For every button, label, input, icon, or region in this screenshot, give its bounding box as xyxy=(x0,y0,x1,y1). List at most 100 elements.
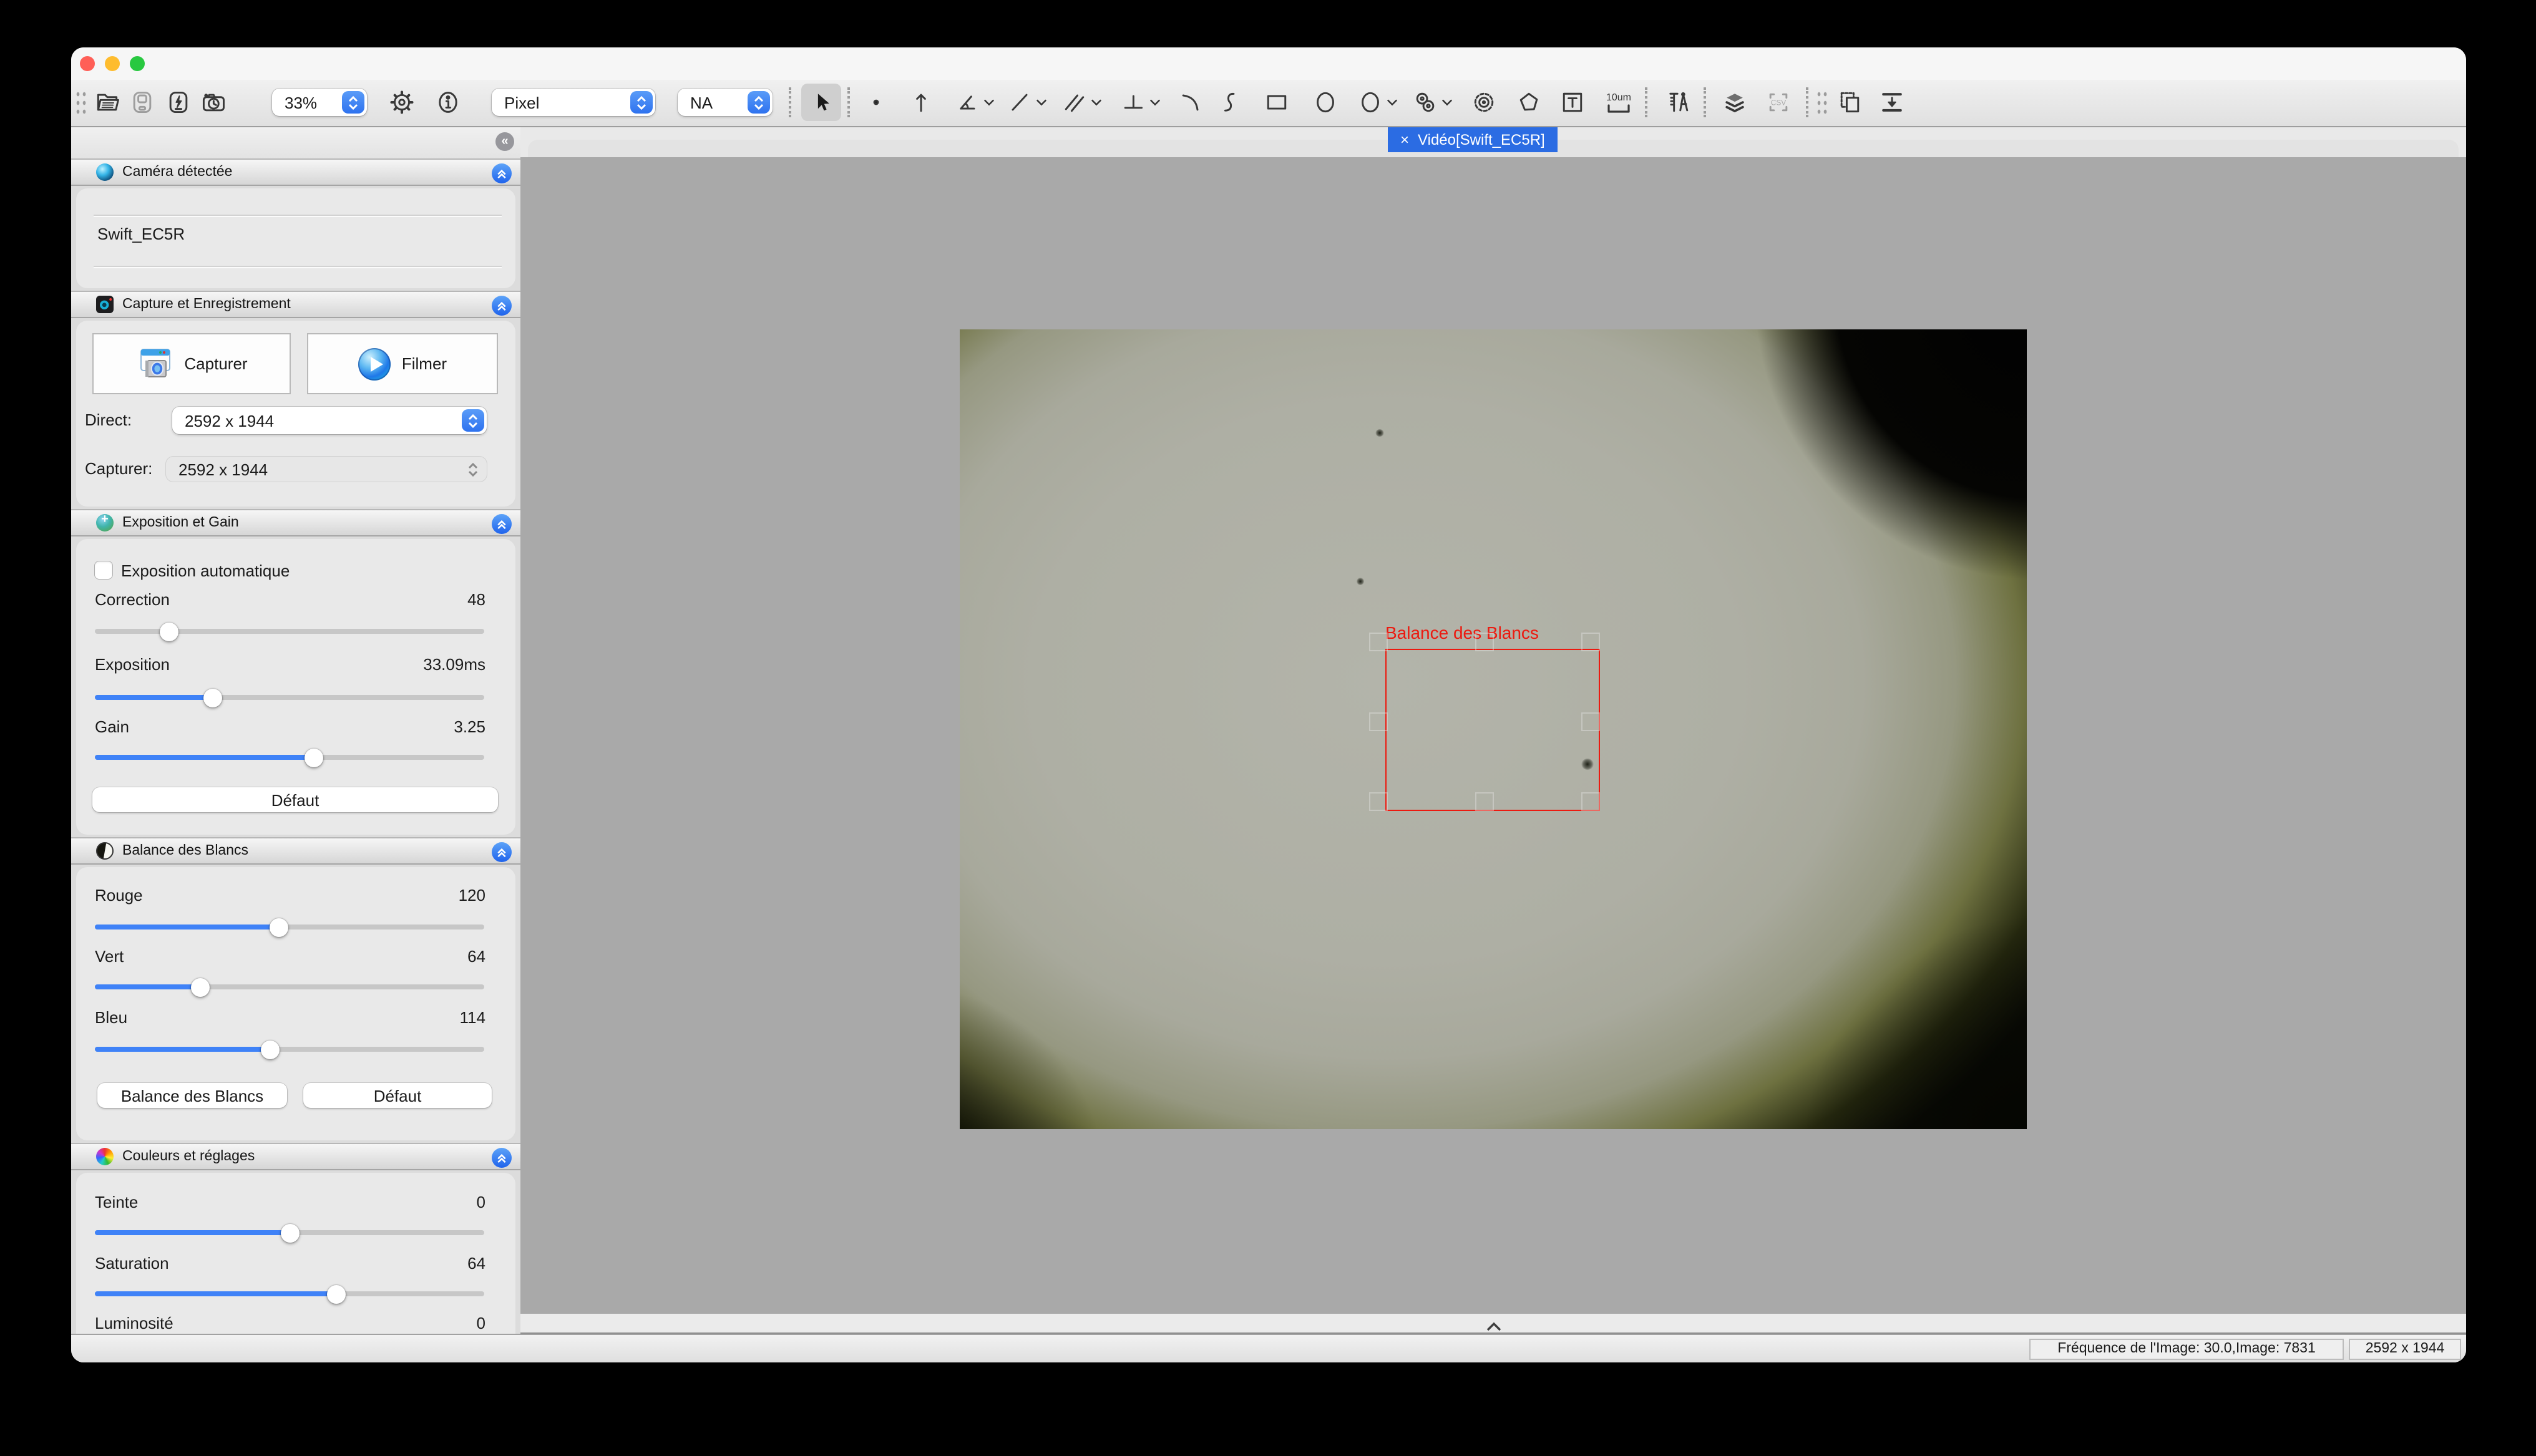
polygon-tool-button[interactable] xyxy=(1513,86,1545,119)
csv-export-button[interactable]: CSV xyxy=(1762,86,1795,119)
na-value: NA xyxy=(690,93,713,112)
point-icon xyxy=(862,89,890,116)
panel-header-capture[interactable]: Capture et Enregistrement xyxy=(71,291,520,318)
point-tool-button[interactable] xyxy=(860,86,892,119)
red-slider[interactable] xyxy=(95,925,484,929)
correction-slider[interactable] xyxy=(95,629,484,634)
exposure-default-button[interactable]: Défaut xyxy=(92,787,498,812)
flatten-button[interactable] xyxy=(1876,86,1908,119)
timed-capture-button[interactable] xyxy=(197,86,230,119)
minimize-window-button[interactable] xyxy=(105,56,120,71)
blue-slider[interactable] xyxy=(95,1047,484,1052)
chevron-down-icon xyxy=(1149,99,1160,106)
panel-header-white-balance[interactable]: Balance des Blancs xyxy=(71,837,520,865)
panel-body-camera: Swift_EC5R xyxy=(71,186,520,291)
collapse-panel-button[interactable] xyxy=(492,296,512,316)
panel-title: Caméra détectée xyxy=(122,165,232,180)
auto-exposure-checkbox[interactable] xyxy=(95,561,112,579)
white-balance-default-button[interactable]: Défaut xyxy=(303,1083,492,1108)
exposure-slider[interactable] xyxy=(95,695,484,700)
roi-handle[interactable] xyxy=(1581,633,1600,651)
snap-resolution-select[interactable]: 2592 x 1944 xyxy=(166,457,487,482)
line-tool-button[interactable] xyxy=(1005,86,1047,119)
record-button[interactable]: Filmer xyxy=(307,333,498,394)
copy-button[interactable] xyxy=(1833,86,1866,119)
sidebar-collapse-button[interactable]: « xyxy=(495,132,514,151)
roi-handle[interactable] xyxy=(1369,792,1388,811)
settings-button[interactable] xyxy=(386,86,418,119)
rectangle-tool-button[interactable] xyxy=(1261,86,1293,119)
video-frame[interactable]: Balance des Blancs xyxy=(960,329,2027,1129)
capture-button[interactable]: Capturer xyxy=(92,333,291,394)
info-button[interactable] xyxy=(432,86,464,119)
measure-button[interactable] xyxy=(1662,86,1695,119)
slider-knob[interactable] xyxy=(304,748,323,767)
chevron-down-icon xyxy=(983,99,994,106)
dust-speck xyxy=(1357,578,1364,585)
saturation-slider[interactable] xyxy=(95,1291,484,1296)
concentric-tool-button[interactable] xyxy=(1468,86,1500,119)
hue-slider[interactable] xyxy=(95,1230,484,1235)
roi-handle[interactable] xyxy=(1369,633,1388,651)
collapse-panel-button[interactable] xyxy=(492,514,512,534)
open-file-button[interactable] xyxy=(91,86,124,119)
exposure-label-row: Exposition33.09ms xyxy=(95,655,485,675)
quick-capture-button[interactable] xyxy=(162,86,195,119)
perpendicular-tool-button[interactable] xyxy=(1118,86,1161,119)
stepper-icon[interactable] xyxy=(341,91,364,114)
slider-knob[interactable] xyxy=(269,918,288,936)
curve-tool-button[interactable] xyxy=(1213,86,1246,119)
camera-device-name[interactable]: Swift_EC5R xyxy=(97,225,185,243)
ellipse-menu-button[interactable] xyxy=(1355,86,1398,119)
toolbar-divider xyxy=(847,87,850,117)
ellipse-tool-button[interactable] xyxy=(1309,86,1342,119)
exposure-icon xyxy=(96,514,114,531)
close-window-button[interactable] xyxy=(80,56,95,71)
slider-knob[interactable] xyxy=(203,688,222,707)
video-tab[interactable]: × Vidéo[Swift_EC5R] xyxy=(1388,127,1558,152)
stepper-icon[interactable] xyxy=(461,458,484,480)
red-label-row: Rouge120 xyxy=(95,886,485,906)
collapse-panel-button[interactable] xyxy=(492,163,512,183)
close-tab-icon[interactable]: × xyxy=(1400,131,1409,148)
stepper-icon[interactable] xyxy=(630,91,652,114)
arc-tool-button[interactable] xyxy=(1174,86,1207,119)
white-balance-roi[interactable] xyxy=(1385,649,1600,811)
titlebar[interactable] xyxy=(71,47,2466,80)
panel-body-exposure: Exposition automatique Correction48 Expo… xyxy=(71,536,520,837)
roi-handle[interactable] xyxy=(1369,712,1388,731)
gain-slider[interactable] xyxy=(95,755,484,760)
unit-select[interactable]: Pixel xyxy=(492,89,655,116)
stepper-icon[interactable] xyxy=(747,91,769,114)
ellipse-icon xyxy=(1312,89,1339,116)
panel-header-camera[interactable]: Caméra détectée xyxy=(71,158,520,186)
angle-tool-button[interactable] xyxy=(952,86,995,119)
arrow-tool-button[interactable] xyxy=(905,86,937,119)
white-balance-button[interactable]: Balance des Blancs xyxy=(97,1083,287,1108)
collapse-panel-button[interactable] xyxy=(492,842,512,862)
scalebar-tool-button[interactable]: 10um xyxy=(1600,86,1637,119)
roi-handle[interactable] xyxy=(1581,712,1600,731)
green-slider[interactable] xyxy=(95,984,484,989)
parallel-tool-button[interactable] xyxy=(1060,86,1102,119)
zoom-window-button[interactable] xyxy=(130,56,145,71)
stepper-icon[interactable] xyxy=(461,409,484,432)
resolution-cell: 2592 x 1944 xyxy=(2349,1338,2461,1359)
roi-handle[interactable] xyxy=(1475,633,1494,651)
live-resolution-select[interactable]: 2592 x 1944 xyxy=(172,407,487,434)
save-button[interactable] xyxy=(126,86,158,119)
layers-button[interactable] xyxy=(1719,86,1751,119)
expand-panel-button[interactable] xyxy=(1485,1316,1502,1334)
panel-header-exposure[interactable]: Exposition et Gain xyxy=(71,509,520,536)
zoom-select[interactable]: 33% xyxy=(272,89,367,116)
slider-knob[interactable] xyxy=(281,1223,300,1242)
text-tool-button[interactable] xyxy=(1556,86,1589,119)
roi-handle[interactable] xyxy=(1475,792,1494,811)
annulus-menu-button[interactable] xyxy=(1410,86,1453,119)
collapse-panel-button[interactable] xyxy=(492,1148,512,1168)
na-select[interactable]: NA xyxy=(678,89,773,116)
roi-handle[interactable] xyxy=(1581,792,1600,811)
divider xyxy=(94,267,502,268)
panel-header-colors[interactable]: Couleurs et réglages xyxy=(71,1143,520,1170)
select-tool-button[interactable] xyxy=(801,84,841,121)
